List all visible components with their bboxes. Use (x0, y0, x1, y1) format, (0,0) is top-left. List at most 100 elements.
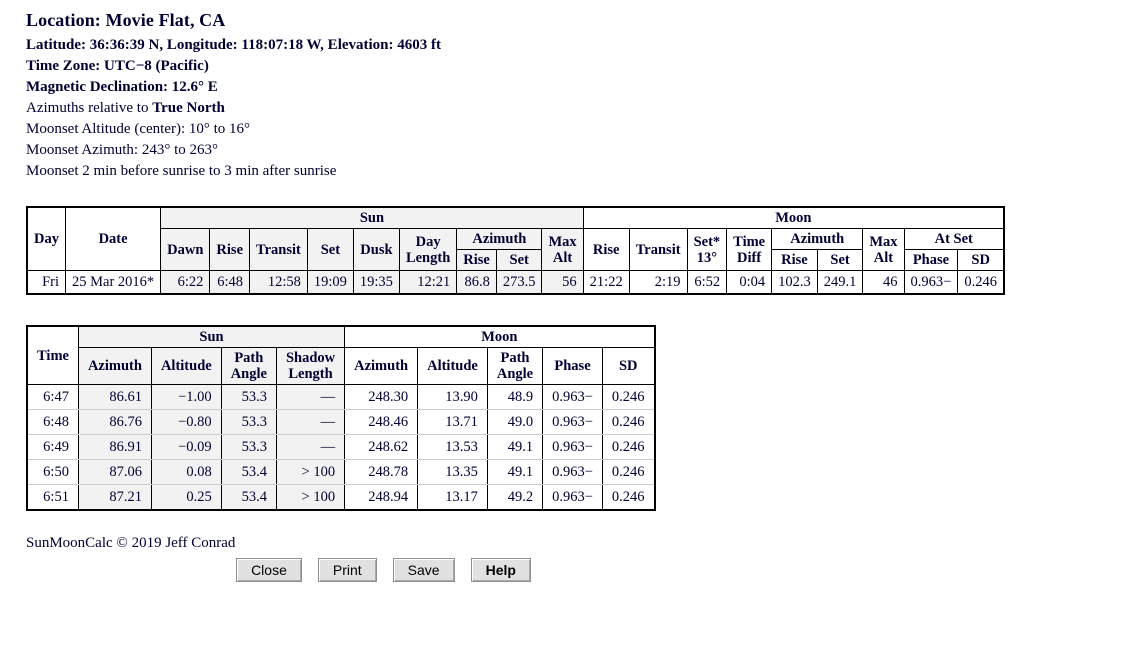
detail-table-body: 6:47 86.61 −1.00 53.3—248.30 13.90 48.9 0.963−… (26, 384, 656, 511)
help-button[interactable]: Help (470, 558, 531, 582)
cell-detail-moon-altitude: 13.53 (417, 434, 488, 460)
table-row: Fri 25 Mar 2016* 6:22 6:48 12:58 19:09 1… (26, 270, 1005, 295)
cell-detail-sun-path-angle: 53.3 (220, 409, 277, 435)
header-detail-moon-sd: SD (601, 347, 656, 385)
page-root: Location: Movie Flat, CA Latitude: 36:36… (0, 0, 1121, 582)
header-detail-moon-path-angle-line1: Path (500, 350, 530, 366)
cell-detail-moon-path-angle: 49.1 (486, 434, 544, 460)
header-sun-day-length: Day Length (398, 228, 458, 271)
cell-detail-time: 6:50 (26, 459, 79, 485)
cell-detail-sun-azimuth: 86.91 (77, 434, 152, 460)
cell-detail-sun-altitude: −0.09 (150, 434, 222, 460)
location-info-block: Location: Movie Flat, CA Latitude: 36:36… (26, 10, 1121, 182)
print-button[interactable]: Print (317, 558, 377, 582)
cell-detail-moon-path-angle: 48.9 (486, 384, 544, 410)
cell-detail-sun-azimuth: 87.06 (77, 459, 152, 485)
group-header-moon: Moon (582, 206, 1005, 229)
header-sun-max-alt-line2: Alt (552, 249, 573, 266)
header-sun-dusk: Dusk (352, 228, 400, 271)
detail-group-header-row: Time Sun Moon (26, 325, 656, 385)
cell-detail-moon-azimuth: 248.46 (344, 409, 419, 435)
header-detail-moon-path-angle: Path Angle (486, 347, 544, 385)
table-row: 6:51 87.21 0.25 53.4 > 100 248.94 13.17 49.2 0.9… (26, 484, 656, 511)
header-moon-azimuth: Azimuth (771, 228, 864, 250)
magnetic-declination-line: Magnetic Declination: 12.6° E (26, 79, 218, 95)
cell-sun-transit: 12:58 (249, 270, 308, 295)
cell-detail-sun-altitude: 0.25 (150, 484, 222, 511)
cell-sun-azimuth-rise: 86.8 (456, 270, 497, 295)
cell-detail-time: 6:51 (26, 484, 79, 511)
cell-detail-shadow-length: — (275, 384, 346, 410)
group-header-sun: Sun (160, 206, 584, 229)
cell-detail-shadow-length: — (275, 434, 346, 460)
header-sun-azimuth: Azimuth (456, 228, 543, 250)
cell-date: 25 Mar 2016* (64, 270, 162, 295)
cell-detail-moon-azimuth: 248.94 (344, 484, 419, 511)
header-sun-max-alt: Max Alt (541, 228, 584, 271)
header-moon-max-alt-line2: Alt (873, 249, 894, 266)
cell-detail-moon-altitude: 13.90 (417, 384, 488, 410)
header-sun-day-length-line2: Length (405, 249, 451, 266)
header-moon-azimuth-set: Set (816, 249, 864, 271)
timezone-line: Time Zone: UTC−8 (Pacific) (26, 58, 209, 74)
header-detail-sun-path-angle-line1: Path (234, 350, 264, 366)
cell-detail-sun-altitude: −1.00 (150, 384, 222, 410)
header-moon-set-line1: Set* (693, 233, 721, 250)
moonset-azimuth-line: Moonset Azimuth: 243° to 263° (26, 142, 218, 158)
cell-sun-set: 19:09 (306, 270, 354, 295)
header-detail-sun-path-angle-line2: Angle (230, 366, 267, 382)
cell-detail-moon-path-angle: 49.2 (486, 484, 544, 511)
cell-detail-moon-phase: 0.963− (542, 484, 603, 511)
header-moon-time-diff-line2: Diff (737, 249, 762, 266)
cell-detail-moon-path-angle: 49.0 (486, 409, 544, 435)
header-sun-rise: Rise (209, 228, 251, 271)
azimuth-reference-line: Azimuths relative to True North (26, 98, 1121, 119)
cell-sun-dawn: 6:22 (160, 270, 211, 295)
close-button[interactable]: Close (236, 558, 302, 582)
header-day: Day (26, 206, 66, 271)
summary-table-body: Fri 25 Mar 2016* 6:22 6:48 12:58 19:09 1… (26, 270, 1005, 295)
cell-detail-sun-path-angle: 53.3 (220, 384, 277, 410)
azimuth-reference-prefix: Azimuths relative to (26, 100, 153, 116)
cell-sun-max-alt: 56 (541, 270, 584, 295)
detail-group-header-moon: Moon (344, 325, 656, 348)
cell-detail-shadow-length: > 100 (275, 459, 346, 485)
cell-detail-shadow-length: — (275, 409, 346, 435)
cell-detail-moon-sd: 0.246 (601, 384, 656, 410)
header-detail-moon-azimuth: Azimuth (344, 347, 419, 385)
copyright-text: SunMoonCalc © 2019 Jeff Conrad (26, 535, 236, 551)
detail-table-head: Time Sun Moon Azimuth Altitude Path Angle… (26, 325, 656, 385)
cell-detail-time: 6:48 (26, 409, 79, 435)
header-detail-moon-altitude: Altitude (417, 347, 488, 385)
cell-sun-rise: 6:48 (209, 270, 251, 295)
footer: SunMoonCalc © 2019 Jeff Conrad Close Prin… (26, 535, 1121, 582)
header-detail-sun-path-angle: Path Angle (220, 347, 277, 385)
header-time: Time (26, 325, 79, 385)
cell-moon-azimuth-rise: 102.3 (771, 270, 818, 295)
cell-detail-moon-altitude: 13.71 (417, 409, 488, 435)
summary-table-head: Day Date Sun Moon Dawn Rise Transit Set … (26, 206, 1005, 271)
save-button[interactable]: Save (392, 558, 455, 582)
cell-moon-azimuth-set: 249.1 (816, 270, 864, 295)
header-moon-transit: Transit (628, 228, 688, 271)
cell-moon-time-diff: 0:04 (726, 270, 773, 295)
header-moon-time-diff-line1: Time (733, 233, 766, 250)
cell-detail-moon-altitude: 13.35 (417, 459, 488, 485)
summary-group-header-row: Day Date Sun Moon (26, 206, 1005, 271)
cell-sun-dusk: 19:35 (352, 270, 400, 295)
header-moon-max-alt-line1: Max (869, 233, 898, 250)
header-moon-time-diff: Time Diff (726, 228, 773, 271)
coordinates-line: Latitude: 36:36:39 N, Longitude: 118:07:… (26, 37, 442, 53)
header-date: Date (64, 206, 162, 271)
header-detail-shadow-length: Shadow Length (275, 347, 346, 385)
header-sun-day-length-line1: Day (415, 233, 441, 250)
azimuth-reference-value: True North (152, 100, 225, 116)
cell-day: Fri (26, 270, 66, 295)
cell-detail-moon-path-angle: 49.1 (486, 459, 544, 485)
header-sun-azimuth-set: Set (495, 249, 543, 271)
header-sun-set: Set (306, 228, 354, 271)
cell-detail-moon-sd: 0.246 (601, 409, 656, 435)
detail-table-wrapper: Time Sun Moon Azimuth Altitude Path Angle… (26, 325, 1121, 511)
cell-detail-sun-azimuth: 87.21 (77, 484, 152, 511)
header-detail-sun-azimuth: Azimuth (77, 347, 152, 385)
